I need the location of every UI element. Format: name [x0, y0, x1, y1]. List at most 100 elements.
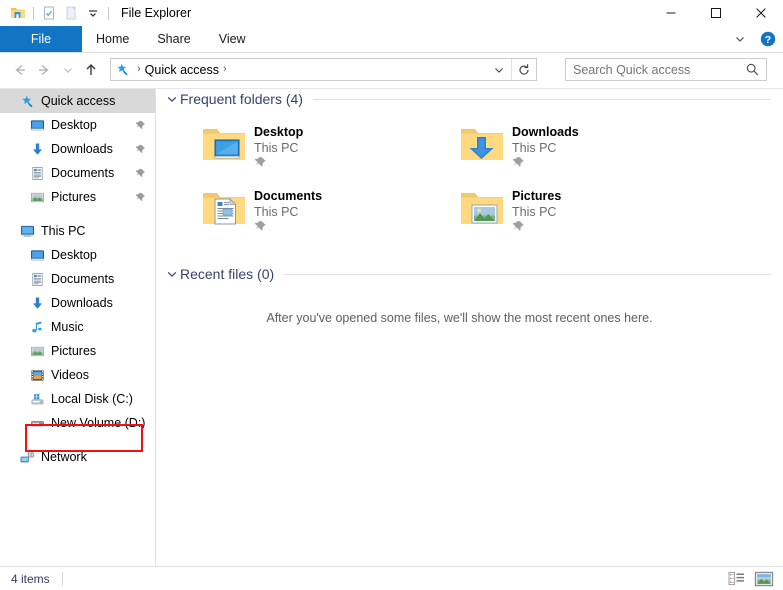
forward-button[interactable]	[32, 57, 58, 83]
search-box[interactable]	[565, 58, 767, 81]
folder-item-pictures[interactable]: Pictures This PC	[456, 182, 714, 246]
pin-icon[interactable]	[134, 119, 146, 131]
search-icon[interactable]	[742, 59, 762, 80]
address-dropdown-icon[interactable]	[487, 59, 511, 80]
sidebar-label: Local Disk (C:)	[51, 392, 133, 406]
frequent-folders-header[interactable]: Frequent folders (4)	[156, 89, 783, 109]
breadcrumb-quick-access[interactable]: Quick access	[145, 63, 219, 77]
sidebar-label: Pictures	[51, 344, 97, 358]
folder-downloads-icon	[456, 120, 508, 168]
videos-icon	[28, 366, 46, 384]
pin-icon[interactable]	[134, 191, 146, 203]
refresh-icon[interactable]	[511, 59, 536, 80]
content-pane[interactable]: Frequent folders (4) Desktop This PC Dow…	[156, 89, 783, 566]
pin-icon[interactable]	[134, 167, 146, 179]
pin-icon[interactable]	[254, 157, 267, 172]
sidebar-label: Pictures	[51, 190, 97, 204]
sidebar-item-downloads-pc[interactable]: Downloads	[0, 291, 155, 315]
tab-view[interactable]: View	[205, 26, 260, 52]
sidebar-label: Desktop	[51, 118, 97, 132]
recent-files-empty-message: After you've opened some files, we'll sh…	[266, 311, 653, 325]
folder-pictures-icon	[456, 184, 508, 232]
explorer-icon[interactable]	[7, 2, 29, 24]
quick-access-star-icon	[111, 59, 133, 80]
sidebar-item-music[interactable]: Music	[0, 315, 155, 339]
pictures-icon	[28, 342, 46, 360]
sidebar-label: Documents	[51, 272, 115, 286]
breadcrumb-separator-end[interactable]: ›	[219, 64, 231, 75]
tab-file[interactable]: File	[0, 26, 82, 52]
folder-item-downloads[interactable]: Downloads This PC	[456, 118, 714, 182]
sidebar-label: Documents	[51, 166, 115, 180]
folder-name: Pictures	[512, 189, 562, 203]
folder-item-desktop[interactable]: Desktop This PC	[198, 118, 456, 182]
sidebar-item-local-disk-c[interactable]: Local Disk (C:)	[0, 387, 155, 411]
sidebar-item-documents-quick[interactable]: Documents	[0, 161, 155, 185]
tab-home[interactable]: Home	[82, 26, 143, 52]
back-button[interactable]	[6, 57, 32, 83]
sidebar-item-new-volume-d[interactable]: New Volume (D:)	[0, 411, 155, 435]
sidebar-item-downloads-quick[interactable]: Downloads	[0, 137, 155, 161]
up-button[interactable]	[78, 57, 104, 83]
search-input[interactable]	[566, 59, 740, 80]
close-button[interactable]	[738, 0, 783, 26]
customize-chevron-icon[interactable]	[82, 2, 104, 24]
sidebar-item-pictures-quick[interactable]: Pictures	[0, 185, 155, 209]
chevron-down-icon[interactable]	[166, 268, 180, 280]
pin-icon[interactable]	[512, 221, 525, 236]
network-icon	[18, 448, 36, 466]
header-rule	[312, 98, 771, 100]
pin-icon[interactable]	[254, 221, 267, 236]
navigation-pane[interactable]: Quick access Desktop Downloads Documents…	[0, 89, 155, 566]
details-view-button[interactable]	[725, 569, 747, 589]
new-folder-icon[interactable]	[60, 2, 82, 24]
large-icons-view-button[interactable]	[753, 569, 775, 589]
window-controls	[648, 0, 783, 26]
folder-text-block: Desktop This PC	[254, 120, 303, 172]
folder-item-documents[interactable]: Documents This PC	[198, 182, 456, 246]
folder-documents-icon	[198, 184, 250, 232]
address-bar[interactable]: › Quick access ›	[110, 58, 537, 81]
sidebar-label: Downloads	[51, 296, 113, 310]
pin-icon[interactable]	[134, 143, 146, 155]
ribbon-collapse-chevron-icon[interactable]	[729, 28, 751, 50]
view-buttons	[725, 567, 775, 590]
sidebar-item-videos[interactable]: Videos	[0, 363, 155, 387]
title-bar: File Explorer	[0, 0, 783, 26]
properties-icon[interactable]	[38, 2, 60, 24]
sidebar-label: Quick access	[41, 94, 116, 108]
sidebar-label: New Volume (D:)	[51, 416, 146, 430]
chevron-down-icon[interactable]	[166, 93, 180, 105]
folder-row: Desktop This PC Downloads This PC	[198, 118, 783, 182]
documents-icon	[28, 164, 46, 182]
breadcrumb-separator[interactable]: ›	[133, 64, 145, 75]
frequent-folders-title: Frequent folders (4)	[180, 91, 303, 107]
folder-desktop-icon	[198, 120, 250, 168]
music-icon	[28, 318, 46, 336]
sidebar-item-desktop-quick[interactable]: Desktop	[0, 113, 155, 137]
sidebar-item-pictures-pc[interactable]: Pictures	[0, 339, 155, 363]
folder-text-block: Pictures This PC	[512, 184, 561, 236]
ribbon-right-controls: ?	[729, 26, 779, 52]
status-bar: 4 items	[0, 567, 783, 590]
tab-share[interactable]: Share	[143, 26, 204, 52]
sidebar-label: Downloads	[51, 142, 113, 156]
sidebar-item-documents-pc[interactable]: Documents	[0, 267, 155, 291]
pin-icon[interactable]	[512, 157, 525, 172]
sidebar-group-gap-2	[0, 435, 155, 445]
address-bar-row: › Quick access ›	[0, 53, 783, 86]
maximize-button[interactable]	[693, 0, 738, 26]
pictures-icon	[28, 188, 46, 206]
minimize-button[interactable]	[648, 0, 693, 26]
quick-access-toolbar	[0, 2, 113, 24]
drive-icon	[28, 414, 46, 432]
recent-locations-chevron-icon[interactable]	[58, 57, 78, 83]
sidebar-item-quick-access[interactable]: Quick access	[0, 89, 155, 113]
status-separator	[61, 571, 63, 586]
sidebar-item-desktop-pc[interactable]: Desktop	[0, 243, 155, 267]
sidebar-item-network[interactable]: Network	[0, 445, 155, 469]
help-icon[interactable]: ?	[757, 28, 779, 50]
recent-files-header[interactable]: Recent files (0)	[156, 264, 783, 284]
sidebar-item-this-pc[interactable]: This PC	[0, 219, 155, 243]
